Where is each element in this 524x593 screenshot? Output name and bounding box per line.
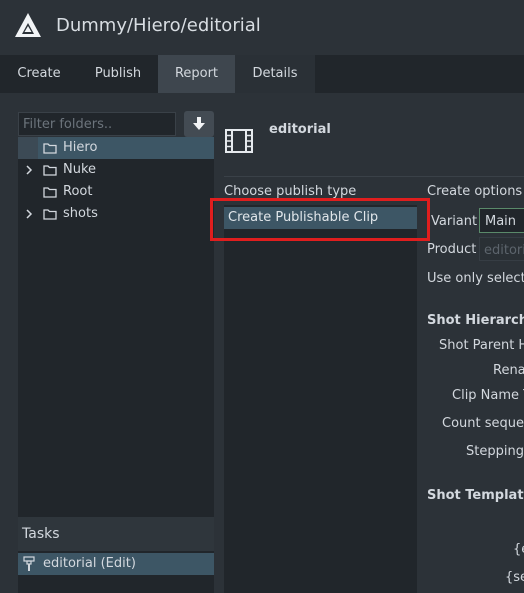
tab-publish[interactable]: Publish: [78, 55, 158, 93]
shot-hierarchy-title: Shot Hierarchy: [427, 313, 524, 328]
folder-icon: [43, 165, 57, 176]
folder-label: Hiero: [63, 140, 98, 155]
variant-value: Main: [485, 214, 517, 229]
task-edit-icon: [23, 556, 35, 571]
variant-input[interactable]: Main: [479, 208, 524, 233]
folder-filter-field[interactable]: [18, 112, 177, 136]
folder-label: Root: [63, 184, 93, 199]
folder-label: shots: [63, 206, 98, 221]
shot-template-title: Shot Template: [427, 488, 524, 503]
create-options-title: Create options: [427, 184, 523, 199]
stepping-label: Stepping: [466, 444, 524, 459]
tasks-title: Tasks: [22, 526, 60, 542]
folder-tree: Hiero Nuke Root shots: [18, 137, 214, 517]
folder-icon: [43, 187, 57, 198]
clip-name-template-label: Clip Name Te: [452, 388, 524, 403]
app-logo-icon: [15, 13, 41, 37]
tab-details[interactable]: Details: [235, 55, 315, 93]
folder-filter-input[interactable]: [19, 113, 177, 135]
window-title: Dummy/Hiero/editorial: [56, 15, 261, 36]
product-input[interactable]: editoria: [479, 237, 524, 261]
count-sequence-label: Count sequen: [442, 416, 524, 431]
tab-create[interactable]: Create: [0, 55, 78, 93]
product-value: editoria: [484, 243, 524, 258]
use-only-selected-label: Use only selecte: [427, 271, 524, 286]
tab-report[interactable]: Report: [158, 55, 235, 93]
task-label: editorial (Edit): [43, 556, 136, 571]
folder-item-shots[interactable]: shots: [18, 203, 214, 225]
template-row: {e: [513, 542, 524, 557]
folder-item-hiero[interactable]: Hiero: [18, 137, 214, 159]
shot-parent-label: Shot Parent H: [439, 338, 524, 353]
publish-type-list: [224, 205, 417, 593]
product-name: editorial: [269, 122, 331, 137]
folder-label: Nuke: [63, 162, 97, 177]
chevron-right-icon[interactable]: [24, 209, 34, 219]
arrow-down-icon: [193, 117, 205, 130]
folder-item-root[interactable]: Root: [18, 181, 214, 203]
highlight-box: [210, 198, 430, 241]
refresh-folders-button[interactable]: [184, 111, 214, 137]
chevron-right-icon[interactable]: [24, 165, 34, 175]
folder-icon: [43, 143, 57, 154]
variant-label: Variant: [431, 214, 478, 229]
rename-label: Rena: [493, 363, 524, 378]
folder-item-nuke[interactable]: Nuke: [18, 159, 214, 181]
template-row: {se: [505, 570, 524, 585]
tab-bar: Create Publish Report Details: [0, 55, 524, 93]
publish-type-title: Choose publish type: [224, 184, 357, 199]
product-label: Product: [427, 242, 477, 257]
film-icon: [225, 129, 253, 153]
divider: [224, 176, 524, 177]
folder-icon: [43, 209, 57, 220]
